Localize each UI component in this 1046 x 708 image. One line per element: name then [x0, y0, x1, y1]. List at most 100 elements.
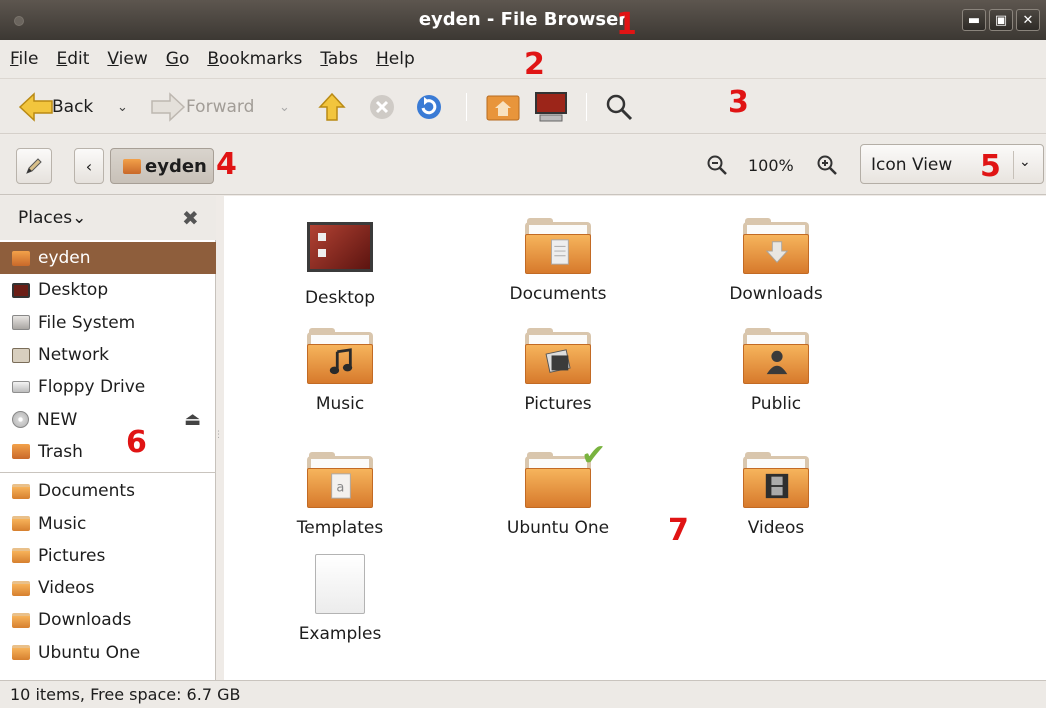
sidebar-item-documents[interactable]: Documents [0, 475, 216, 507]
document-icon [307, 554, 373, 616]
status-text: 10 items, Free space: 6.7 GB [10, 685, 241, 704]
zoom-in-button[interactable] [816, 135, 838, 195]
downloads-folder-icon [12, 612, 30, 628]
chevron-down-icon: ⌄ [1019, 154, 1031, 170]
forward-button[interactable]: Forward [150, 79, 254, 135]
sidebar-resize-handle[interactable]: ⋮ [214, 430, 223, 440]
close-sidebar-icon[interactable]: ✖ [182, 206, 199, 230]
download-arrow-icon [765, 241, 789, 263]
desktop-icon [307, 222, 373, 280]
chevron-down-icon: ⌄ [117, 99, 128, 115]
view-mode-select[interactable]: Icon View ⌄ [860, 144, 1044, 184]
folder-icon [12, 645, 30, 661]
sidebar-item-downloads[interactable]: Downloads [0, 604, 216, 636]
videos-folder-icon [12, 580, 30, 596]
reload-button[interactable] [414, 79, 444, 135]
public-folder-icon [743, 328, 809, 386]
desktop-icon [12, 282, 30, 298]
pencil-icon [26, 158, 42, 174]
minimize-icon: ▬ [967, 12, 981, 28]
file-item-desktop[interactable]: Desktop [250, 218, 430, 308]
chevron-left-icon: ‹ [85, 156, 93, 176]
file-item-downloads[interactable]: Downloads [686, 218, 866, 304]
documents-folder-icon [525, 218, 591, 276]
computer-icon [535, 92, 567, 122]
sidebar-item-videos[interactable]: Videos [0, 572, 216, 604]
menu-file[interactable]: File [10, 49, 38, 69]
menu-go[interactable]: Go [166, 49, 190, 69]
back-button[interactable]: Back [18, 79, 93, 135]
sidebar-item-eyden[interactable]: eyden [0, 242, 216, 275]
toggle-location-entry-button[interactable] [16, 148, 52, 184]
crumb-back-button[interactable]: ‹ [74, 148, 104, 184]
toolbar-separator [586, 93, 587, 121]
file-item-videos[interactable]: Videos [686, 452, 866, 538]
pictures-folder-icon [525, 328, 591, 386]
sidebar-item-music[interactable]: Music [0, 507, 216, 539]
file-view: Desktop Documents Downloads Music Pictur… [224, 196, 1046, 680]
document-emblem-icon [551, 239, 569, 265]
places-list: eyden Desktop File System Network Floppy… [0, 242, 216, 669]
sidebar-item-file-system[interactable]: File System [0, 307, 216, 339]
sidebar-item-new[interactable]: NEW ⏏ [0, 403, 216, 435]
file-item-documents[interactable]: Documents [468, 218, 648, 304]
file-item-public[interactable]: Public [686, 328, 866, 414]
menu-view[interactable]: View [107, 49, 147, 69]
sidebar-item-ubuntu-one[interactable]: Ubuntu One [0, 637, 216, 669]
cd-icon [12, 411, 29, 429]
file-item-pictures[interactable]: Pictures [468, 328, 648, 414]
title-bar[interactable]: eyden - File Browser ▬ ▣ ✕ [0, 0, 1046, 40]
home-button[interactable] [486, 79, 520, 135]
template-icon: a [331, 473, 351, 499]
music-folder-icon [307, 328, 373, 386]
sidebar-divider [0, 472, 216, 474]
sidebar-item-network[interactable]: Network [0, 339, 216, 371]
menu-edit[interactable]: Edit [56, 49, 89, 69]
annotation-4: 4 [216, 147, 237, 182]
svg-text:a: a [336, 481, 344, 496]
network-icon [12, 347, 30, 363]
downloads-folder-icon [743, 218, 809, 276]
trash-icon [12, 444, 30, 460]
up-arrow-icon [318, 92, 346, 121]
sidebar-item-trash[interactable]: Trash [0, 436, 216, 468]
forward-label: Forward [186, 97, 255, 117]
maximize-button[interactable]: ▣ [989, 9, 1013, 31]
forward-arrow-icon [151, 92, 186, 122]
forward-history-dropdown[interactable]: ⌄ [279, 79, 290, 135]
menu-tabs[interactable]: Tabs [320, 49, 358, 69]
eject-icon[interactable]: ⏏ [184, 409, 201, 430]
close-button[interactable]: ✕ [1016, 9, 1040, 31]
sidebar-item-floppy-drive[interactable]: Floppy Drive [0, 371, 216, 403]
pictures-folder-icon [12, 548, 30, 564]
menu-help[interactable]: Help [376, 49, 415, 69]
file-item-ubuntu-one[interactable]: ✔ Ubuntu One [468, 438, 648, 538]
annotation-6: 6 [126, 425, 147, 460]
search-button[interactable] [604, 79, 634, 135]
zoom-out-icon [707, 155, 727, 175]
toolbar-separator [466, 93, 467, 121]
select-divider [1013, 151, 1014, 179]
file-item-templates[interactable]: a Templates [250, 452, 430, 538]
sidebar-item-pictures[interactable]: Pictures [0, 540, 216, 572]
toolbar: Back ⌄ Forward ⌄ [0, 78, 1046, 134]
menu-bookmarks[interactable]: Bookmarks [207, 49, 302, 69]
annotation-1: 1 [616, 7, 637, 42]
sidebar-item-desktop[interactable]: Desktop [0, 274, 216, 306]
breadcrumb-eyden[interactable]: eyden [110, 148, 214, 184]
stop-button[interactable] [368, 79, 396, 135]
zoom-in-icon [817, 155, 837, 175]
computer-button[interactable] [534, 79, 568, 135]
file-item-music[interactable]: Music [250, 328, 430, 414]
minimize-button[interactable]: ▬ [962, 9, 986, 31]
status-bar: 10 items, Free space: 6.7 GB [0, 680, 1046, 708]
zoom-level[interactable]: 100% [748, 135, 794, 195]
zoom-out-button[interactable] [706, 135, 728, 195]
file-item-examples[interactable]: Examples [250, 554, 430, 644]
up-button[interactable] [318, 79, 346, 135]
back-history-dropdown[interactable]: ⌄ [117, 79, 128, 135]
music-folder-icon [12, 516, 30, 532]
checkmark-icon: ✔ [581, 438, 607, 473]
reload-icon [417, 95, 441, 119]
sidebar-pane-selector[interactable]: Places⌄ [18, 208, 86, 228]
